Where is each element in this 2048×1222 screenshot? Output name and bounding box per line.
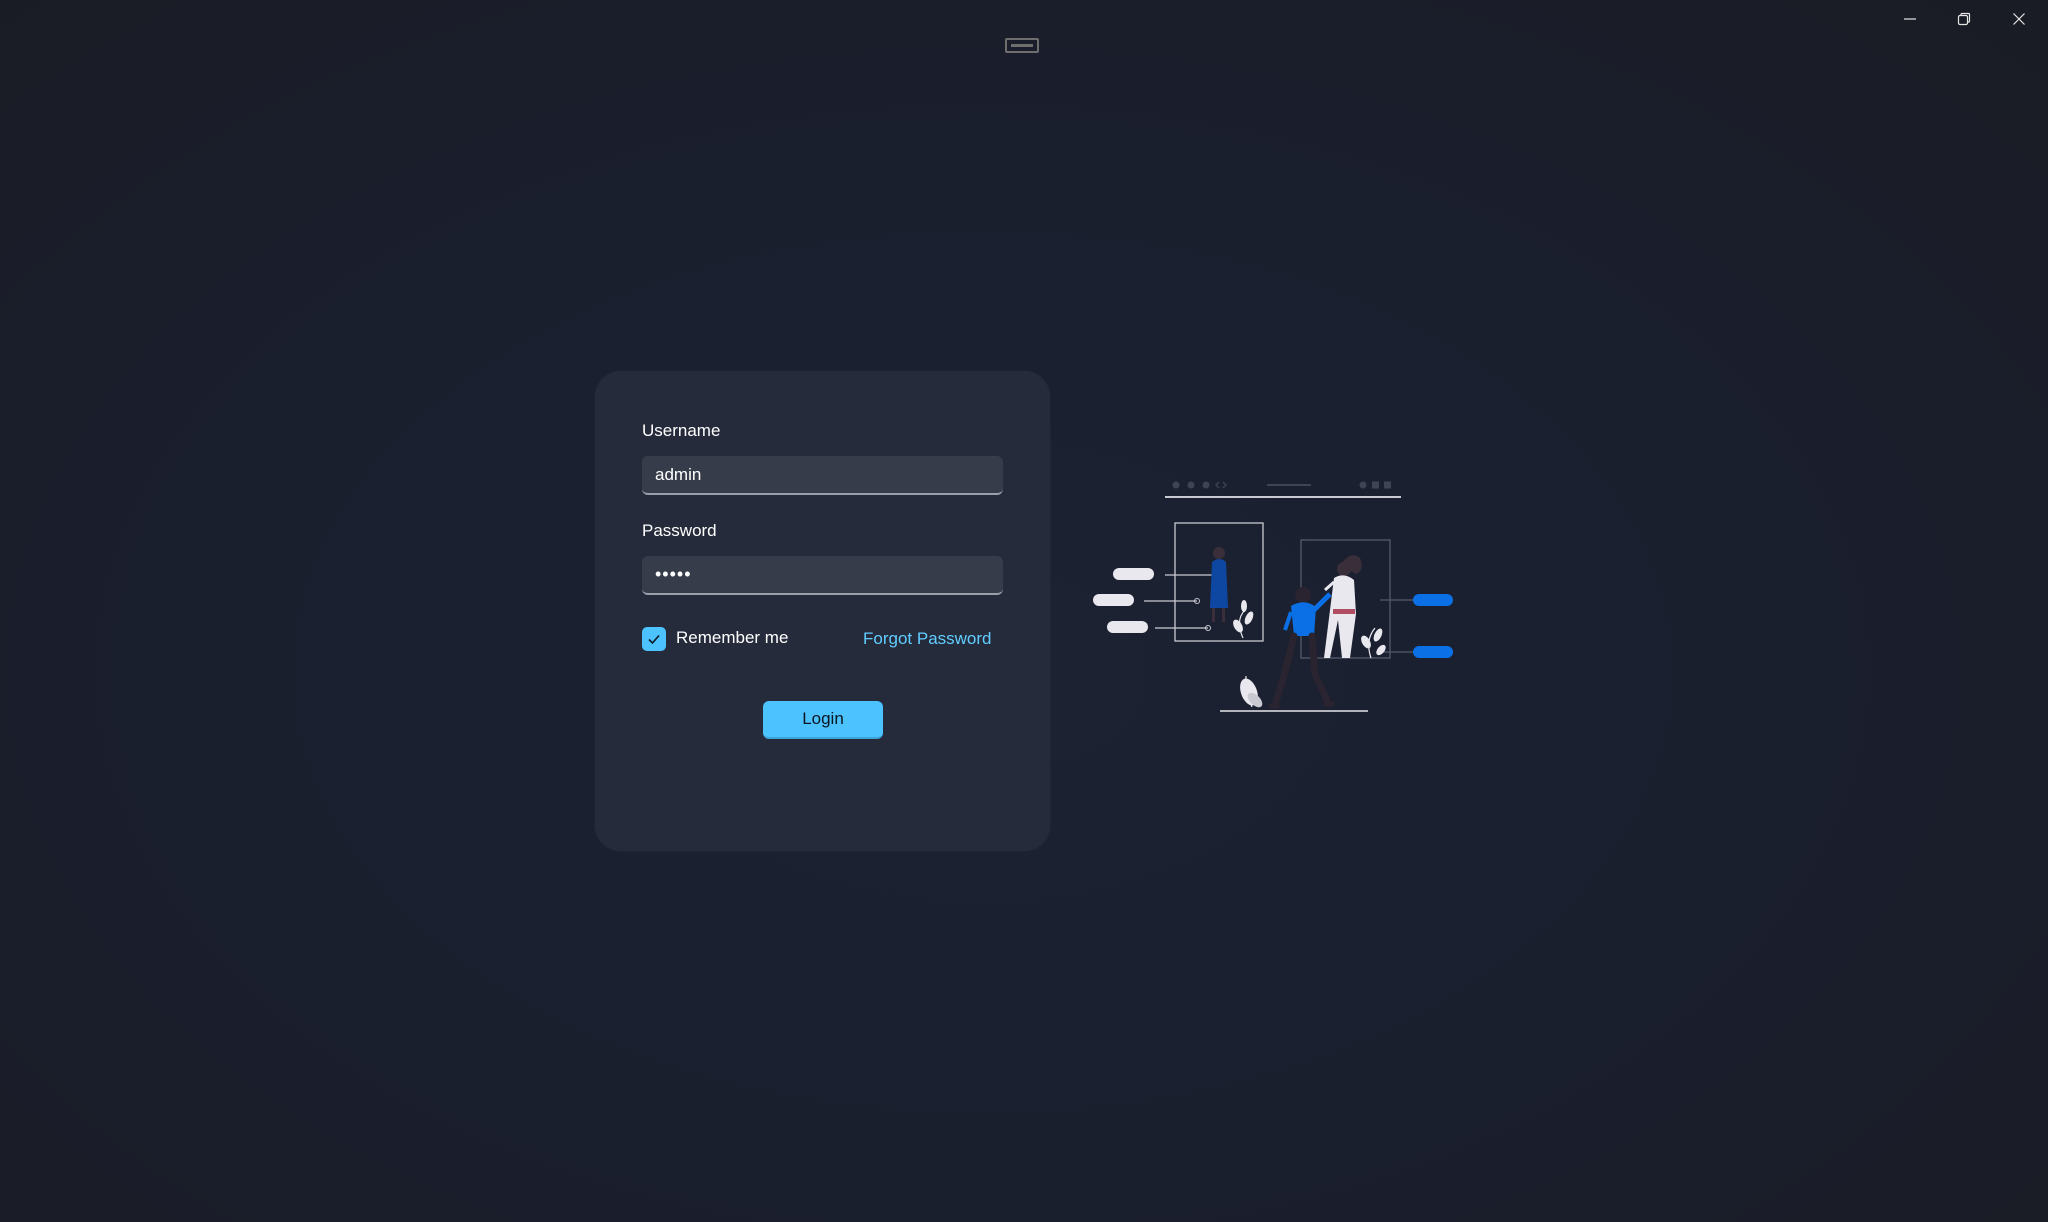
close-icon (2013, 13, 2025, 25)
minimize-button[interactable] (1883, 0, 1937, 38)
login-card: Username admin Password ••••• Remember m… (595, 371, 1050, 851)
username-label: Username (642, 421, 721, 440)
login-button[interactable]: Login (763, 701, 883, 739)
close-button[interactable] (1992, 0, 2046, 38)
password-label: Password (642, 521, 717, 540)
minimize-icon (1904, 18, 1916, 20)
people-interface-illustration-icon (1093, 481, 1453, 712)
forgot-password-link[interactable]: Forgot Password (863, 629, 992, 649)
checkmark-icon (648, 634, 660, 645)
drag-handle-icon[interactable] (1005, 38, 1039, 53)
browser-bar-illustration (1165, 481, 1401, 498)
username-input[interactable]: admin (642, 456, 1003, 495)
remember-me-label[interactable]: Remember me (676, 628, 788, 648)
title-bar (0, 0, 2048, 53)
password-value: ••••• (655, 564, 692, 584)
restore-button[interactable] (1937, 0, 1991, 38)
restore-icon (1957, 12, 1971, 26)
password-input[interactable]: ••••• (642, 556, 1003, 595)
username-value: admin (655, 464, 702, 484)
remember-me-checkbox[interactable] (642, 627, 666, 651)
